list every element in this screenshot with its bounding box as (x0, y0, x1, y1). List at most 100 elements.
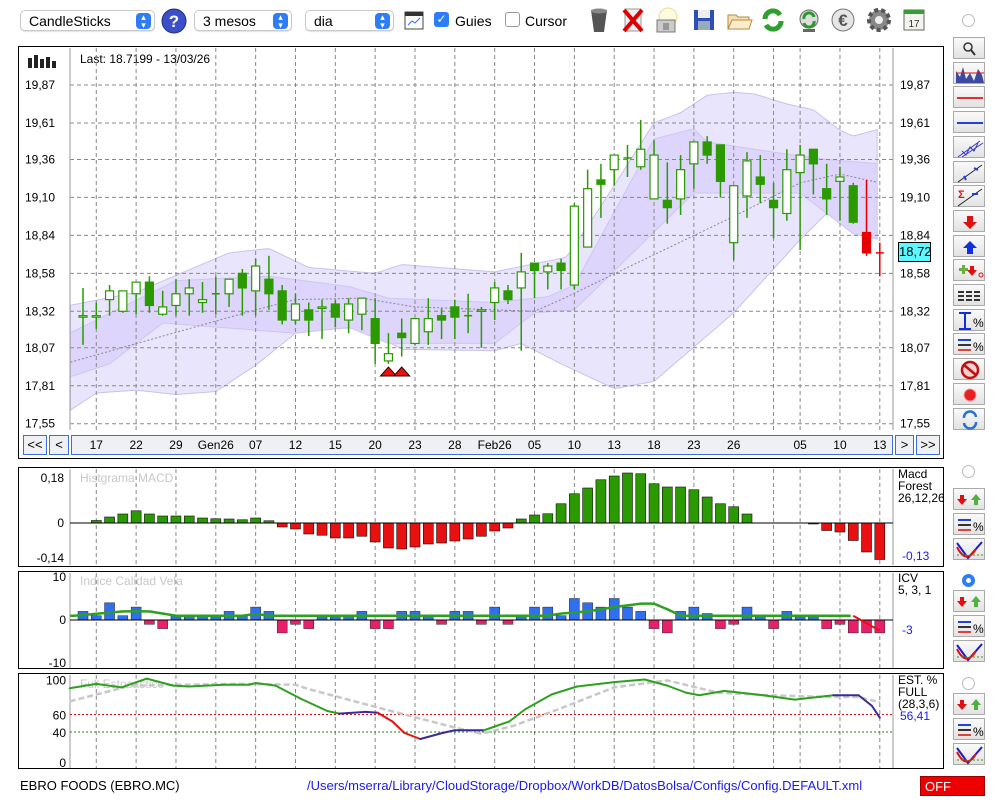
guides-checkbox[interactable]: ✓ (434, 12, 449, 27)
nav-last-button[interactable]: >> (916, 435, 940, 455)
nav-prev-button[interactable]: < (49, 435, 69, 455)
svg-text:?: ? (169, 12, 179, 31)
channel-tool-button[interactable] (953, 135, 985, 158)
refresh-tool-icon (962, 409, 978, 430)
chart-window-icon[interactable] (404, 11, 424, 31)
date-scrollbar[interactable] (71, 435, 893, 455)
record-tool-button[interactable] (953, 382, 985, 405)
channel-tool-icon (957, 140, 984, 158)
macd-current-value: -0,13 (902, 549, 930, 563)
folder-icon[interactable] (725, 6, 753, 34)
macd-title: Histgrama MACD (80, 471, 174, 485)
svg-text:%: % (973, 622, 984, 636)
interval-select[interactable]: dia ▴ ▾ (305, 10, 394, 31)
percent-lines-button[interactable]: % (953, 615, 985, 637)
stochastic-current-value: 56,41 (900, 709, 931, 723)
refresh-icon[interactable] (759, 6, 787, 34)
icv-legend-params: 5, 3, 1 (898, 583, 932, 597)
sum-trendline-tool-button[interactable]: Σ (953, 185, 985, 208)
sell-signal-icon (963, 215, 977, 229)
curve-icon (956, 643, 983, 662)
horizontal-blue-line-button[interactable] (953, 111, 985, 134)
svg-text:%: % (973, 340, 984, 354)
macd-legend-params: 26,12,26 (898, 491, 945, 505)
gear-icon[interactable] (865, 6, 893, 34)
cursor-checkbox[interactable] (505, 12, 520, 27)
delete-icon[interactable] (619, 6, 647, 34)
horizontal-red-line-icon (957, 97, 983, 100)
curve-icon (956, 746, 983, 765)
stochastic-title: Full Estocastico (80, 677, 165, 691)
svg-text:%: % (973, 520, 984, 534)
buy-signal-button[interactable] (953, 234, 985, 257)
clear-tool-icon (960, 360, 980, 380)
nav-first-button[interactable]: << (23, 435, 47, 455)
record-tool-icon (963, 388, 977, 402)
macd-panel-radio[interactable] (962, 465, 975, 478)
calendar-icon[interactable]: 17 (900, 6, 928, 34)
percent-lines-icon: % (958, 621, 984, 636)
svg-text:Σ: Σ (958, 189, 965, 201)
percent-lines-tool-icon: % (958, 339, 984, 354)
signals-icon (957, 596, 981, 607)
horizontal-blue-line-icon (957, 122, 983, 125)
symbol-label: EBRO FOODS (EBRO.MC) (20, 778, 180, 793)
sell-signal-button[interactable] (953, 209, 985, 232)
buy-signal-icon (963, 240, 977, 254)
zoom-tool-button[interactable] (953, 37, 985, 59)
signals-button[interactable] (953, 693, 985, 715)
curve-button[interactable] (953, 743, 985, 765)
percent-lines-button[interactable]: % (953, 718, 985, 740)
trash-icon[interactable] (585, 6, 613, 34)
percent-lines-icon: % (958, 724, 984, 739)
current-price-badge: 18,72 (898, 242, 932, 262)
save-icon[interactable] (690, 6, 718, 34)
config-path-link[interactable]: /Users/mserra/Library/CloudStorage/Dropb… (307, 778, 862, 793)
lamp-icon[interactable] (653, 6, 681, 34)
svg-text:%: % (973, 725, 984, 739)
indicator-overlay-icon (956, 66, 984, 83)
curve-icon (956, 541, 983, 560)
percent-lines-button[interactable]: % (953, 513, 985, 535)
chart-type-select[interactable]: CandleSticks ▴ ▾ (20, 10, 155, 31)
curve-button[interactable] (953, 640, 985, 662)
last-price-label: Last: 18.7199 - 13/03/26 (80, 52, 211, 66)
euro-icon[interactable]: € (829, 6, 857, 34)
price-chart-panel (18, 46, 944, 459)
chart-type-value: CandleSticks (29, 13, 111, 29)
add-remove-signal-button[interactable] (953, 259, 985, 282)
select-chevron-icon: ▴ ▾ (136, 13, 151, 30)
cursor-label: Cursor (525, 13, 568, 29)
icv-panel-radio[interactable] (962, 574, 975, 587)
svg-text:€: € (838, 11, 848, 30)
trendline-tool-button[interactable] (953, 160, 985, 183)
icv-current-value: -3 (902, 623, 913, 637)
add-remove-signal-icon (959, 265, 984, 278)
horizontal-red-line-button[interactable] (953, 86, 985, 109)
interval-value: dia (314, 13, 333, 29)
indicator-overlay-button[interactable] (953, 61, 985, 84)
volume-bars-icon[interactable] (28, 54, 60, 71)
guides-label: Guies (455, 13, 492, 29)
main-panel-radio[interactable] (962, 14, 975, 27)
trendline-tool-icon (957, 164, 983, 182)
period-select[interactable]: 3 mesos ▴ ▾ (194, 10, 292, 31)
signals-button[interactable] (953, 590, 985, 612)
sync-icon[interactable] (795, 6, 823, 34)
percent-lines-tool-button[interactable]: % (953, 333, 985, 356)
signals-button[interactable] (953, 488, 985, 510)
signals-icon (957, 699, 981, 710)
stochastic-panel-radio[interactable] (962, 677, 975, 690)
status-toggle[interactable]: OFF (920, 776, 985, 796)
percent-range-tool-icon: % (959, 311, 984, 330)
help-icon[interactable]: ? (161, 8, 187, 34)
levels-tool-button[interactable] (953, 284, 985, 306)
curve-button[interactable] (953, 538, 985, 560)
select-chevron-icon: ▴ ▾ (273, 13, 288, 30)
percent-range-tool-button[interactable]: % (953, 308, 985, 331)
period-value: 3 mesos (203, 13, 256, 29)
refresh-tool-button[interactable] (953, 407, 985, 430)
nav-next-button[interactable]: > (895, 435, 914, 455)
clear-tool-button[interactable] (953, 358, 985, 381)
select-chevron-icon: ▴ ▾ (375, 13, 390, 30)
